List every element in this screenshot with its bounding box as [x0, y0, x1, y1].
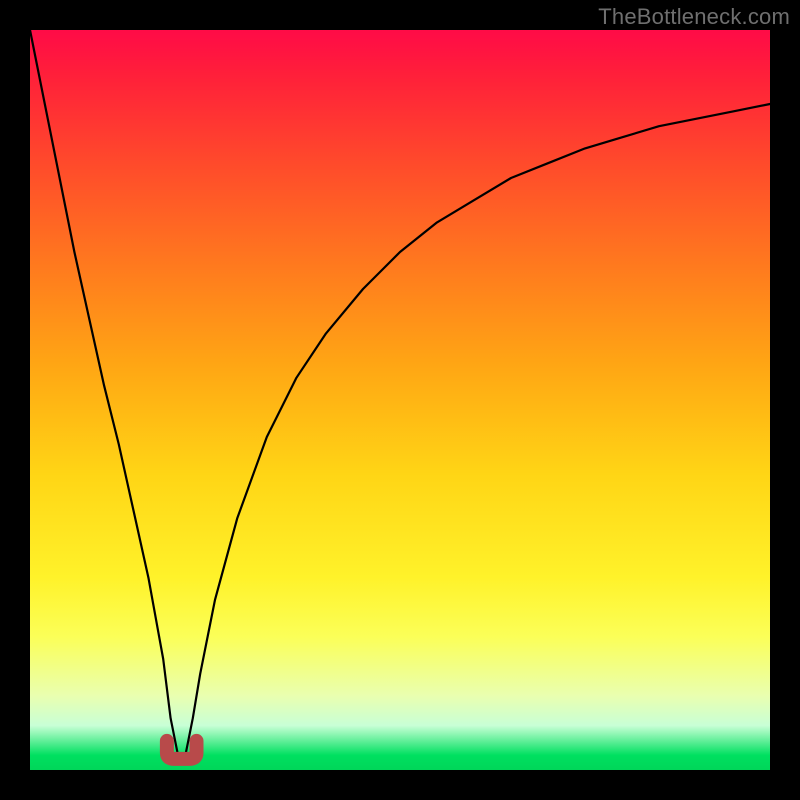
watermark-text: TheBottleneck.com [598, 4, 790, 30]
curve-path [30, 30, 770, 755]
bottleneck-curve [30, 30, 770, 770]
chart-frame: TheBottleneck.com [0, 0, 800, 800]
plot-area [30, 30, 770, 770]
min-marker [167, 741, 197, 759]
